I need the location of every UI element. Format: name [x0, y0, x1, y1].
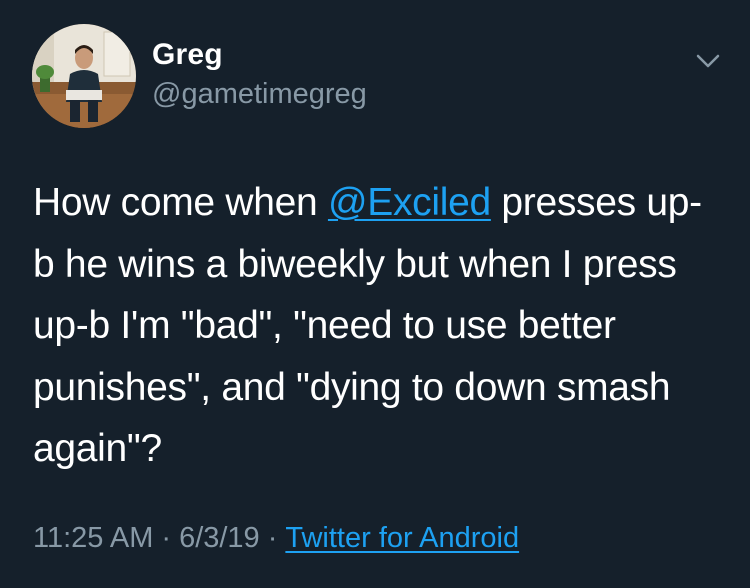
- source-link[interactable]: Twitter for Android: [285, 522, 519, 554]
- tweet-time[interactable]: 11:25 AM: [33, 522, 153, 554]
- avatar-photo: [32, 24, 136, 128]
- meta-separator: ·: [161, 522, 172, 554]
- tweet-date[interactable]: 6/3/19: [179, 522, 260, 554]
- user-handle[interactable]: @gametimegreg: [152, 78, 367, 111]
- tweet-text: How come when @Exciled presses up-b he w…: [33, 172, 723, 480]
- tweet-text-part: presses up-b he wins a biweekly but when…: [33, 181, 702, 470]
- display-name[interactable]: Greg: [152, 38, 223, 72]
- tweet-card: Greg @gametimegreg How come when @Excile…: [0, 0, 750, 588]
- tweet-meta: 11:25 AM · 6/3/19 · Twitter for Android: [33, 522, 519, 555]
- chevron-down-icon[interactable]: [693, 46, 723, 76]
- mention-link[interactable]: @Exciled: [328, 181, 491, 224]
- tweet-text-part: How come when: [33, 181, 328, 224]
- avatar[interactable]: [32, 24, 136, 128]
- meta-separator: ·: [267, 522, 278, 554]
